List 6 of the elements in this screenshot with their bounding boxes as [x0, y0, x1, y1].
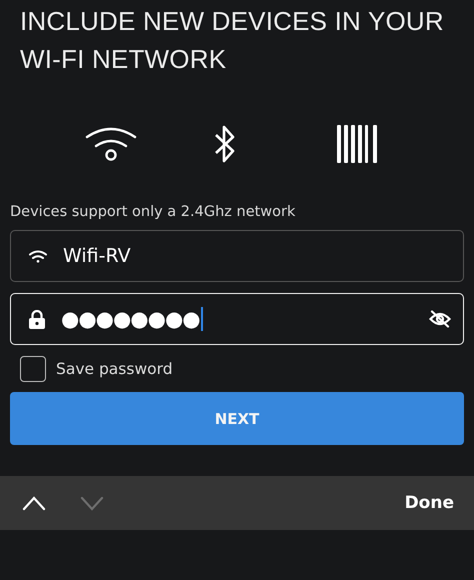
page-title: INCLUDE NEW DEVICES IN YOUR WI-FI NETWORK	[19, 5, 445, 76]
network-field[interactable]: Wifi-RV	[10, 230, 464, 282]
done-button[interactable]: Done	[404, 493, 454, 513]
hint-text: Devices support only a 2.4Ghz network	[10, 204, 296, 220]
password-field[interactable]: ●●●●●●●●	[10, 293, 464, 345]
checkbox-label[interactable]: Save password	[56, 360, 173, 378]
